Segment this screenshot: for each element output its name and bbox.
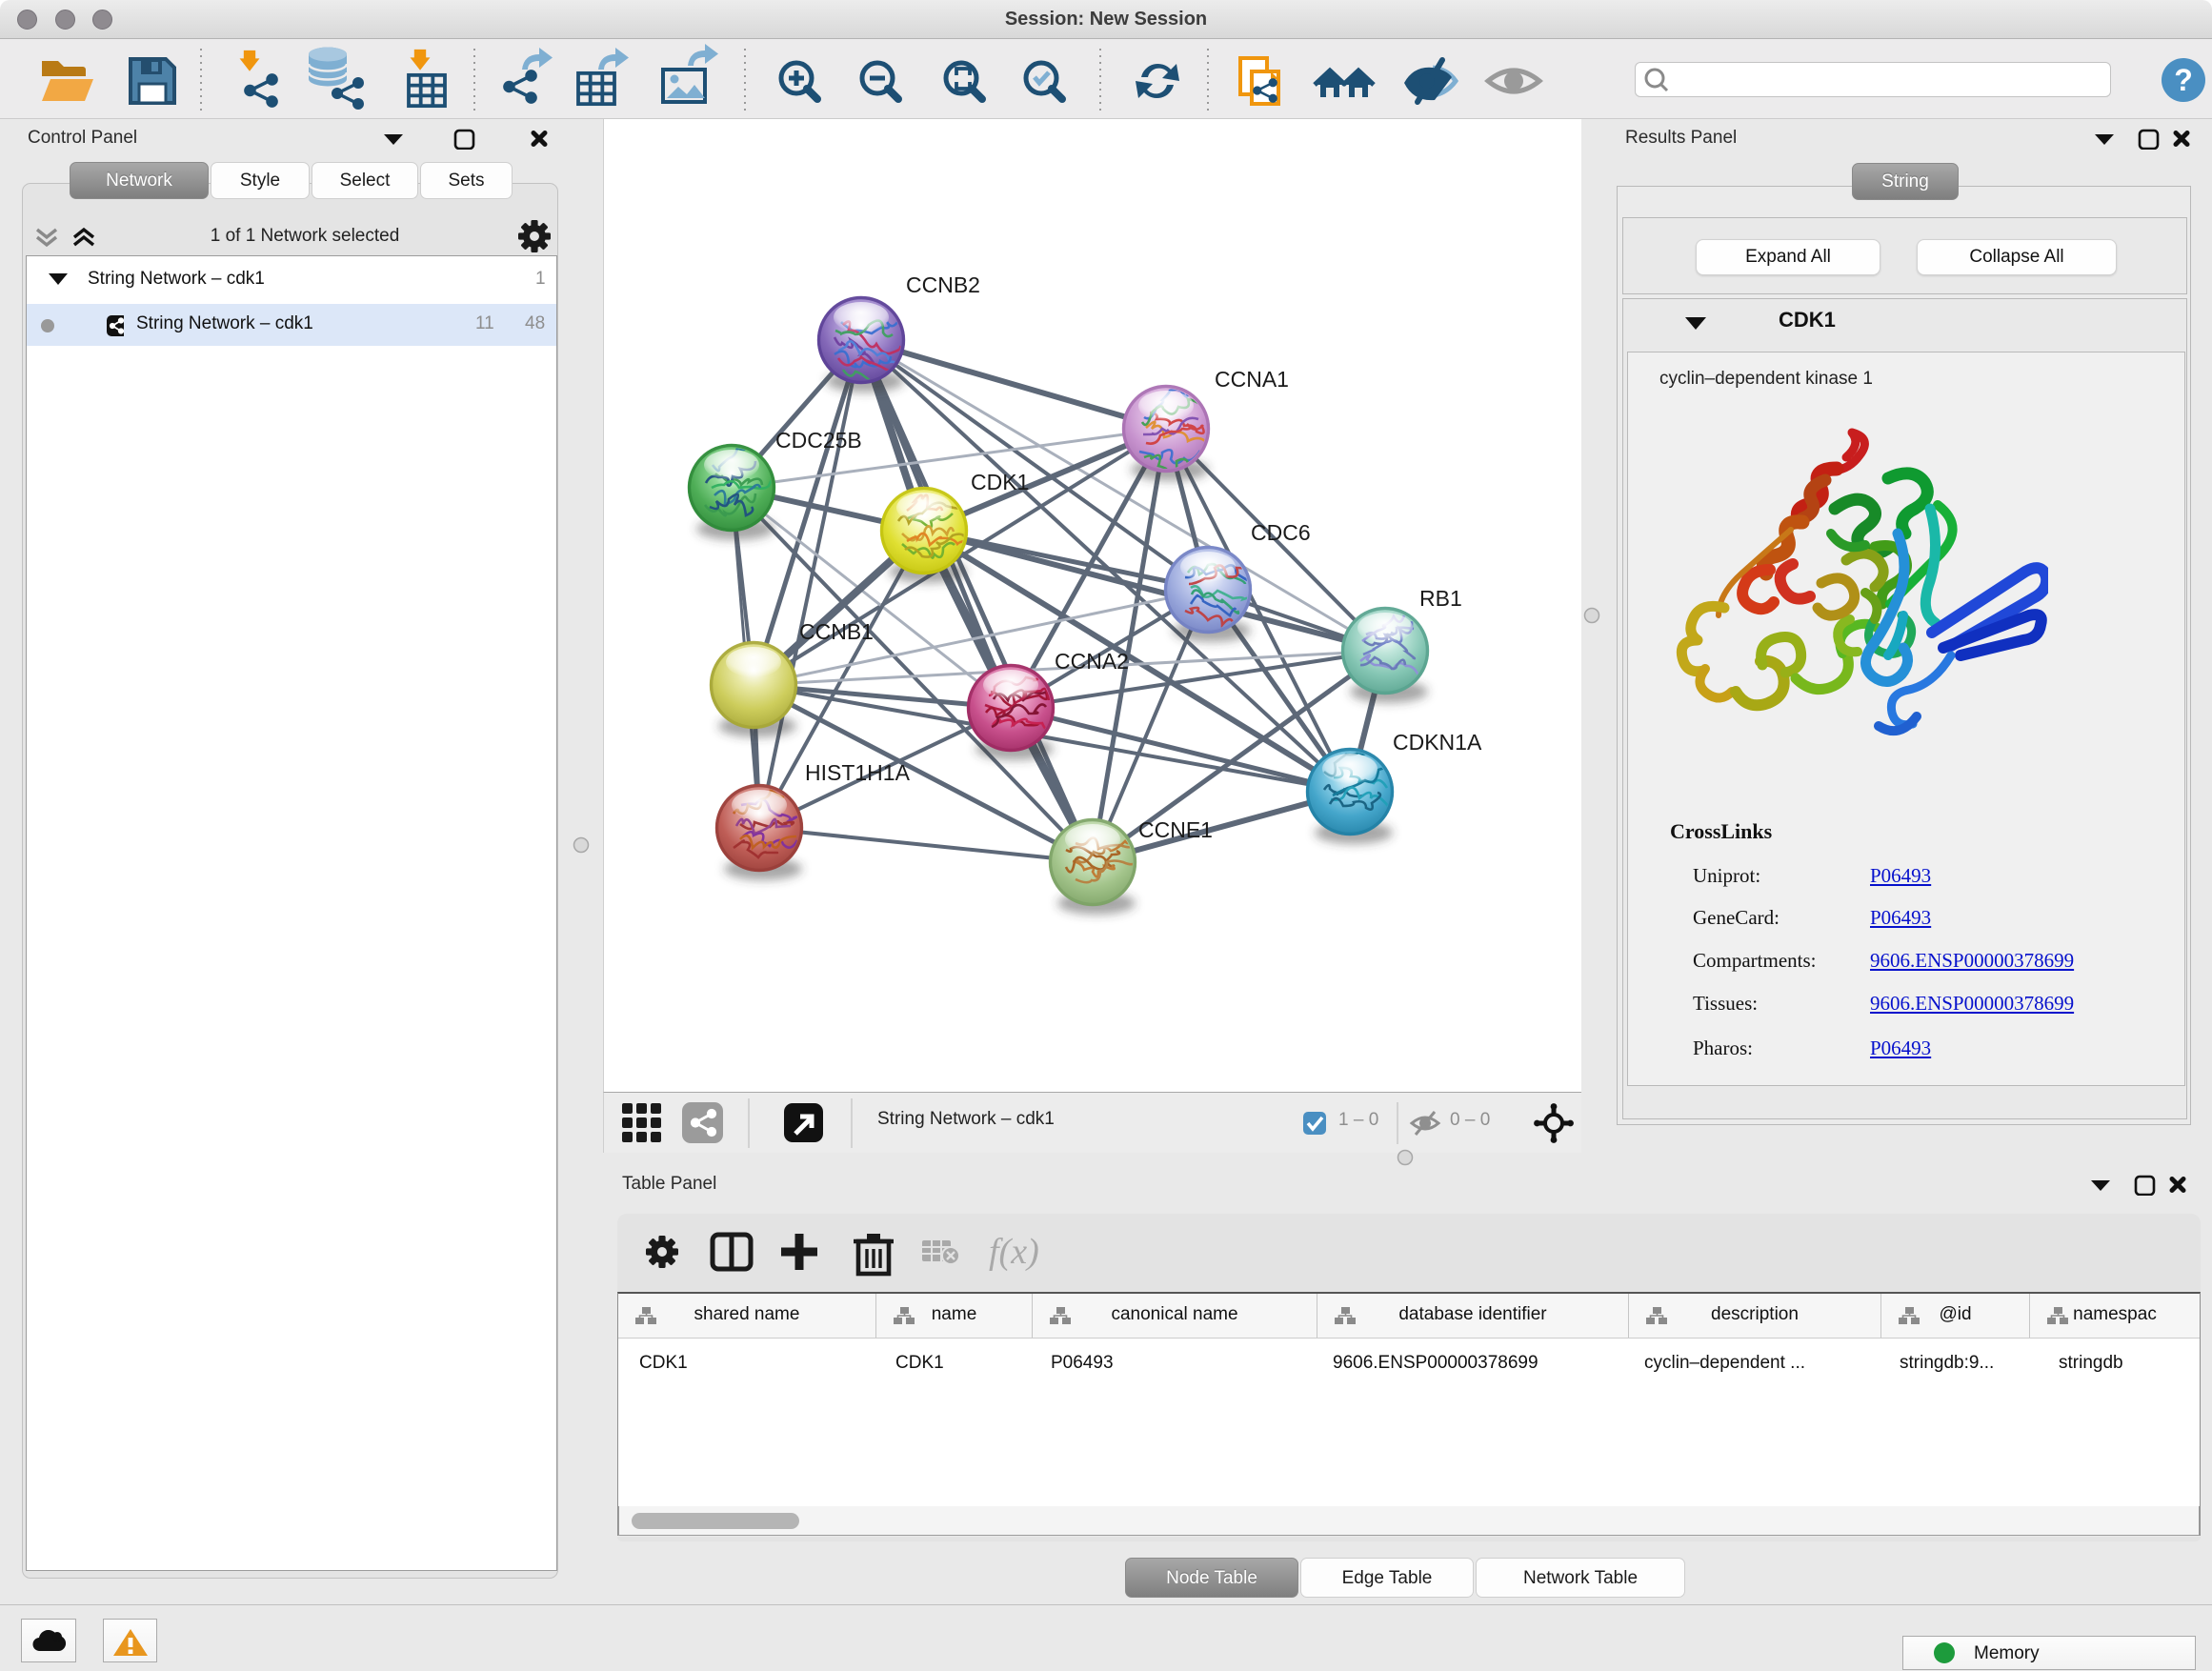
svg-text:CCNB2: CCNB2 — [906, 272, 980, 297]
svg-text:f(x): f(x) — [989, 1232, 1039, 1272]
svg-text:?: ? — [2174, 63, 2193, 97]
svg-text:CCNE1: CCNE1 — [1138, 817, 1213, 842]
svg-text:HIST1H1A: HIST1H1A — [805, 760, 911, 785]
svg-text:CDKN1A: CDKN1A — [1393, 730, 1482, 755]
svg-text:CCNB1: CCNB1 — [799, 619, 874, 644]
svg-text:CDC25B: CDC25B — [775, 428, 862, 453]
svg-text:CDC6: CDC6 — [1251, 520, 1311, 545]
svg-text:CCNA2: CCNA2 — [1055, 649, 1129, 674]
svg-text:CDK1: CDK1 — [971, 470, 1029, 494]
svg-text:RB1: RB1 — [1419, 586, 1462, 611]
svg-text:CCNA1: CCNA1 — [1215, 367, 1289, 392]
